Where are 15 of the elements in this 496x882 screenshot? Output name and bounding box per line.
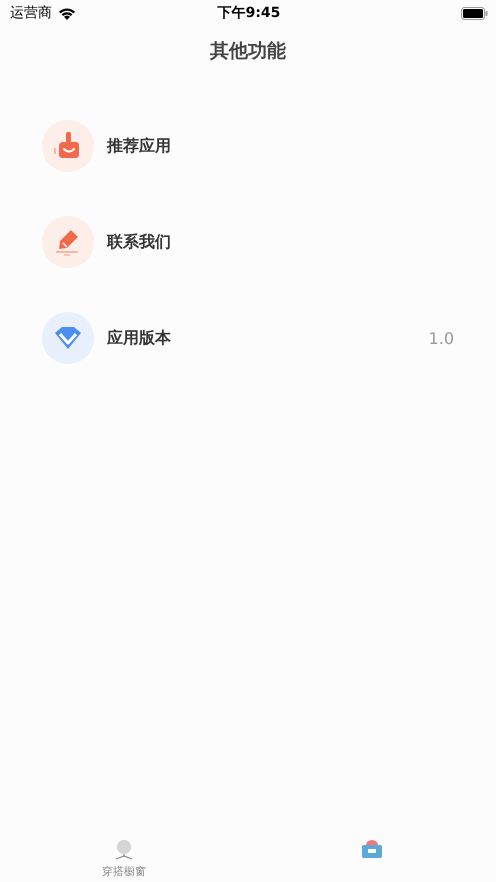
wifi-icon [58, 6, 76, 20]
item-label: 推荐应用 [107, 136, 172, 156]
toolbox-icon [360, 838, 384, 860]
battery-icon [460, 6, 488, 20]
menu-item[interactable]: 应用版本 1.0 [0, 312, 496, 364]
pen-icon [42, 216, 94, 268]
version-value: 1.0 [428, 328, 454, 348]
carrier-name: 运营商 [10, 4, 52, 22]
thumb-icon [42, 120, 94, 172]
menu-item[interactable]: 联系我们 [0, 216, 496, 268]
status-time: 下午9:45 [218, 4, 280, 22]
item-label: 联系我们 [107, 232, 172, 252]
page-title: 其他功能 [209, 39, 287, 64]
item-label: 应用版本 [107, 328, 172, 348]
menu-item[interactable]: 推荐应用 [0, 120, 496, 172]
